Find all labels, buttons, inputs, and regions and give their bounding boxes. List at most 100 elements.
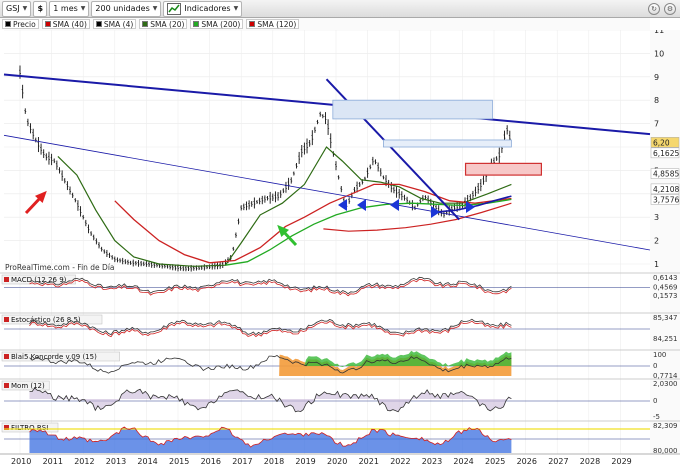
x-axis-tick-label: 2025 [485,457,505,466]
panel-axis-label: 82,309 [653,422,678,430]
price-marker-label: 4,8585 [653,170,679,179]
panel-swatch-icon [4,277,9,282]
panel-swatch-icon [4,383,9,388]
price-marker-label: 4,2108 [653,185,679,194]
panel-title-label: Blai5 Koncorde v.09 (15) [11,353,97,361]
x-axis-tick-label: 2028 [580,457,600,466]
panel-axis-label: 0 [653,362,657,370]
price-marker-label: 6,1625 [653,149,679,158]
panel-title: Blai5 Koncorde v.09 (15) [1,351,120,362]
timeframe-selector[interactable]: 1 mes ▼ [49,0,90,17]
watermark-label: ProRealTime.com - Fin de Día [5,263,115,272]
x-axis-tick-label: 2017 [232,457,252,466]
toolbar: GSJ ▼ $ 1 mes ▼ 200 unidades ▼ Indicador… [0,0,680,18]
settings-icon[interactable]: ⚙ [664,3,676,15]
chevron-down-icon: ▼ [80,5,86,12]
chart-window: GSJ ▼ $ 1 mes ▼ 200 unidades ▼ Indicador… [0,0,680,467]
price-tick-label: 10 [654,49,664,58]
indicator-legend: Precio SMA (40) SMA (4) SMA (20) SMA (200) SM… [0,18,650,30]
x-axis-tick-label: 2020 [327,457,347,466]
x-axis-tick-label: 2014 [137,457,157,466]
panel-axis-label: -5 [653,413,660,421]
legend-swatch [5,21,11,27]
price-marker-label: 3,7576 [653,195,679,204]
price-tick-label: 7 [654,120,659,129]
price-tick-label: 9 [654,73,659,82]
legend-swatch [95,21,102,27]
legend-label: SMA (40) [52,19,87,29]
panel-axis-label: 0 [653,397,657,405]
panel-axis-label: 2,0300 [653,380,678,388]
x-axis-tick-label: 2016 [201,457,221,466]
dollar-button[interactable]: $ [33,0,48,17]
support-zone-red [464,162,542,176]
legend-item[interactable]: SMA (200) [190,19,244,29]
price-chart[interactable]: 11109876543216,206,16254,85854,21083,757… [0,30,680,467]
legend-swatch [142,21,149,27]
legend-item[interactable]: SMA (40) [41,19,90,29]
chevron-down-icon: ▼ [152,5,158,12]
panel-axis-label: 84,251 [653,335,678,343]
x-axis-tick-label: 2013 [106,457,126,466]
price-tick-label: 3 [654,213,659,222]
panel-axis-label: 0,4569 [653,284,678,292]
panel-swatch-icon [4,317,9,322]
x-axis-tick-label: 2010 [11,457,31,466]
indicator-chart-icon [167,2,182,15]
x-axis-tick-label: 2029 [611,457,631,466]
timeframe-label: 1 mes [53,4,78,13]
panel-title: MACD (12 26 9) [1,274,76,285]
units-selector[interactable]: 200 unidades ▼ [91,0,162,17]
price-marker-label: 6,20 [653,138,670,147]
legend-item[interactable]: SMA (20) [139,19,188,29]
x-axis-tick-label: 2027 [548,457,568,466]
panel-axis-label: 0,1573 [653,292,678,300]
legend-swatch [44,21,51,27]
panel-title-label: Mom (12) [11,382,45,390]
x-axis-tick-label: 2023 [422,457,442,466]
x-axis-tick-label: 2011 [43,457,63,466]
panel-title-label: FILTRO RSI [11,424,48,432]
panel-axis-label: 0,6143 [653,274,678,282]
x-axis-tick-label: 2021 [359,457,379,466]
legend-label: SMA (200) [201,19,241,29]
resistance-zone-high [332,99,493,120]
price-tick-label: 8 [654,96,659,105]
resistance-zone-mid [382,139,512,148]
legend-label: SMA (20) [150,19,185,29]
legend-swatch [249,21,256,27]
dollar-icon: $ [37,4,44,13]
legend-swatch [193,21,200,27]
x-axis-tick-label: 2015 [169,457,189,466]
panel-title-label: MACD (12 26 9) [11,276,67,284]
x-axis-tick-label: 2024 [453,457,473,466]
price-tick-label: 2 [654,237,659,246]
x-axis-tick-label: 2012 [74,457,94,466]
indicators-button[interactable]: Indicadores ▼ [163,0,243,17]
panel-title: FILTRO RSI [1,422,59,433]
chevron-down-icon: ▼ [233,5,239,12]
panel-title: Mom (12) [1,380,50,391]
x-axis-tick-label: 2022 [390,457,410,466]
window-controls: ↻ ⚙ [648,3,676,15]
panel-title: Estocástico (26 8 5) [1,314,103,325]
legend-item[interactable]: SMA (4) [92,19,137,29]
indicators-label: Indicadores [184,4,231,13]
legend-label: Precio [13,19,36,29]
chevron-down-icon: ▼ [22,5,28,12]
legend-label: SMA (4) [103,19,134,29]
legend-item[interactable]: SMA (120) [246,19,300,29]
refresh-icon[interactable]: ↻ [648,3,660,15]
x-axis-tick-label: 2026 [517,457,537,466]
units-label: 200 unidades [95,4,150,13]
price-tick-label: 11 [654,30,664,35]
panel-axis-label: 100 [653,351,666,359]
x-axis-tick-label: 2018 [264,457,284,466]
panel-axis-label: 85,347 [653,314,678,322]
x-axis-tick-label: 2019 [295,457,315,466]
price-tick-label: 1 [654,260,659,269]
legend-item[interactable]: Precio [2,19,39,29]
symbol-label: GSJ [6,4,20,13]
symbol-selector[interactable]: GSJ ▼ [2,0,32,17]
panel-swatch-icon [4,354,9,359]
